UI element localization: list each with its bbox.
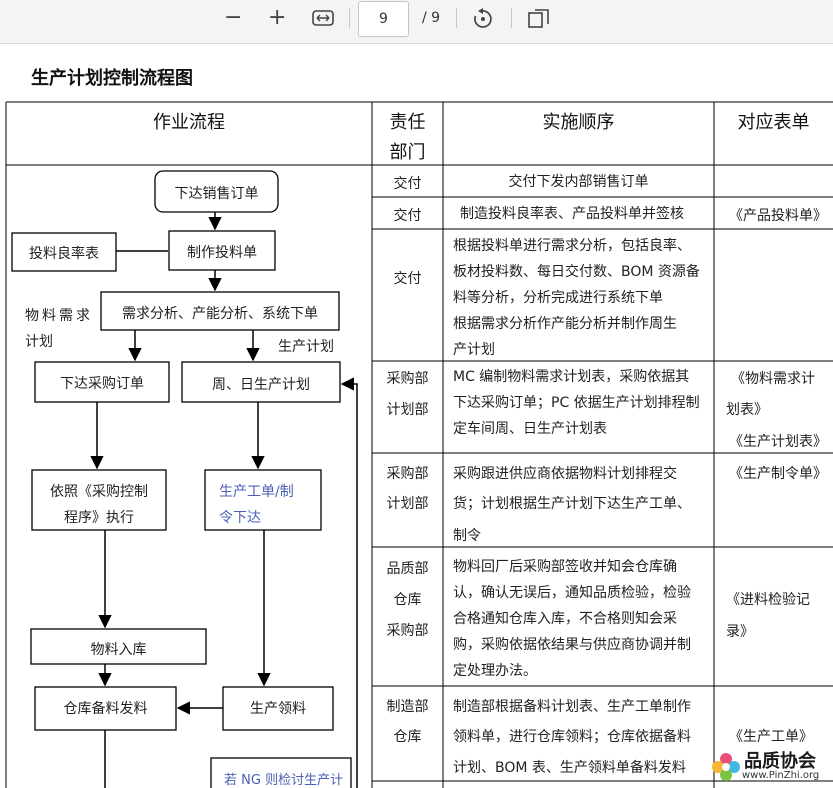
row6-dept-line: 仓库 xyxy=(393,592,422,608)
row5-step-line: 货；计划根据生产计划下达生产工单、 xyxy=(453,496,691,512)
row5-dept-line: 采购部 xyxy=(386,466,429,482)
row4-dept-line: 采购部 xyxy=(386,371,429,387)
row3-step-line: 产计划 xyxy=(453,342,495,358)
row6-step-line: 定处理办法。 xyxy=(453,663,537,679)
row7-step-line: 制造部根据备料计划表、生产工单制作 xyxy=(453,699,691,715)
row3-step-line: 料等分析，分析完成进行系统下单 xyxy=(453,290,663,306)
row6-form-line: 录》 xyxy=(726,624,754,640)
row4-form-line: 《生产计划表》 xyxy=(729,434,827,450)
flow-purchase-ctrl-l2: 程序》执行 xyxy=(64,510,134,526)
row7-form: 《生产工单》 xyxy=(729,729,813,745)
flow-work-order-l2: 令下达 xyxy=(219,510,261,526)
header-responsible-l2: 部门 xyxy=(389,142,426,163)
row5-step-line: 制令 xyxy=(453,528,481,544)
flow-material-plan-l1: 物料需求 xyxy=(25,308,93,324)
row3-step-line: 板材投料数、每日交付数、BOM 资源备 xyxy=(453,264,700,280)
row7-step-line: 领料单，进行仓库领料；仓库依据备料 xyxy=(453,729,691,745)
flow-analysis: 需求分析、产能分析、系统下单 xyxy=(122,306,318,322)
flow-warehousing: 物料入库 xyxy=(90,642,147,658)
header-forms: 对应表单 xyxy=(737,112,810,133)
flow-picking: 生产领料 xyxy=(250,701,306,717)
row4-step-line: 下达采购订单；PC 依据生产计划排程制 xyxy=(453,395,700,411)
row6-step-line: 认，确认无误后，通知品质检验，检验 xyxy=(453,585,691,601)
row4-step-line: 定车间周、日生产计划表 xyxy=(453,421,607,437)
flow-feed-sheet: 制作投料单 xyxy=(187,245,257,261)
row2-step: 制造投料良率表、产品投料单并签核 xyxy=(460,206,684,222)
flower-logo-icon xyxy=(712,753,740,781)
row1-dept: 交付 xyxy=(393,176,422,192)
flow-work-order-l1: 生产工单/制 xyxy=(219,484,294,500)
row4-step-line: MC 编制物料需求计划表，采购依据其 xyxy=(453,369,690,385)
row7-step-line: 计划、BOM 表、生产领料单备料发料 xyxy=(453,760,686,776)
row6-dept-line: 采购部 xyxy=(386,623,429,639)
row6-form-line: 《进料检验记 xyxy=(726,592,810,608)
watermark-url: www.PinZhi.org xyxy=(742,770,820,781)
header-flow: 作业流程 xyxy=(153,112,225,133)
row6-step-line: 合格通知仓库入库，不合格则知会采 xyxy=(453,611,677,627)
row1-step: 交付下发内部销售订单 xyxy=(508,174,649,190)
flow-material-plan-l2: 计划 xyxy=(25,334,53,350)
row2-dept: 交付 xyxy=(393,208,422,224)
flow-yield-table: 投料良率表 xyxy=(29,246,99,262)
flow-issue: 仓库备料发料 xyxy=(63,701,148,717)
row4-form-line: 《物料需求计 xyxy=(731,371,815,387)
flow-weekly-plan: 周、日生产计划 xyxy=(212,377,310,393)
header-order: 实施顺序 xyxy=(542,112,615,133)
row5-step-line: 采购跟进供应商依据物料计划排程交 xyxy=(453,466,677,482)
watermark-logo: 品质协会 www.PinZhi.org xyxy=(708,745,833,788)
flow-purchase-order: 下达采购订单 xyxy=(60,376,144,392)
flow-purchase-ctrl-l1: 依照《采购控制 xyxy=(50,484,148,500)
row3-dept: 交付 xyxy=(393,271,422,287)
row6-dept-line: 品质部 xyxy=(386,561,429,577)
flow-prod-plan-label: 生产计划 xyxy=(278,339,334,355)
header-responsible-l1: 责任 xyxy=(389,112,426,133)
row2-form: 《产品投料单》 xyxy=(729,208,827,224)
flow-boxes xyxy=(11,170,352,788)
row4-form-line: 划表》 xyxy=(726,402,768,418)
row6-step-line: 购，采购依据依结果与供应商协调并制 xyxy=(453,637,691,653)
row5-form: 《生产制令单》 xyxy=(729,466,827,482)
flow-ng-note: 若 NG 则检讨生产计 xyxy=(224,773,344,788)
row7-dept-line: 仓库 xyxy=(393,729,422,745)
row5-dept-line: 计划部 xyxy=(386,496,429,512)
row3-step-line: 根据需求分析作产能分析并制作周生 xyxy=(453,316,677,332)
row3-step-line: 根据投料单进行需求分析，包括良率、 xyxy=(453,238,691,254)
flow-sales-order: 下达销售订单 xyxy=(174,186,259,202)
row4-dept-line: 计划部 xyxy=(386,402,429,418)
row7-dept-line: 制造部 xyxy=(386,699,429,715)
row6-step-line: 物料回厂后采购部签收并知会仓库确 xyxy=(453,559,677,575)
